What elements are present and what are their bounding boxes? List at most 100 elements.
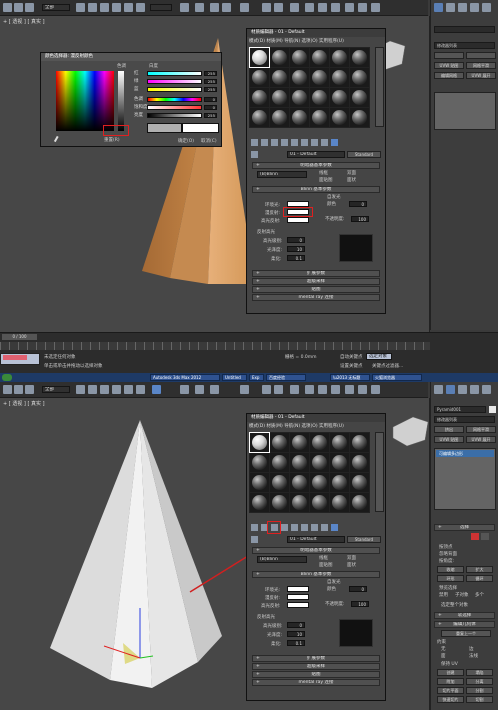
material-editor-icon[interactable] bbox=[331, 3, 340, 12]
taskbar-item[interactable]: 百度经验 bbox=[266, 374, 306, 381]
motion-tab-icon[interactable] bbox=[470, 385, 479, 394]
reset-button[interactable]: 重置(R) bbox=[104, 137, 120, 143]
green-slider[interactable] bbox=[147, 79, 202, 84]
modifier-stack[interactable] bbox=[434, 92, 496, 130]
self-illum-spinner[interactable]: 0 bbox=[349, 201, 367, 207]
track-bar[interactable] bbox=[0, 342, 430, 350]
constraint-face-radio[interactable]: 面 bbox=[441, 653, 446, 659]
key-mode-dropdown[interactable]: 选定对象 bbox=[366, 353, 392, 360]
sample-slot[interactable] bbox=[290, 433, 309, 452]
select-icon[interactable] bbox=[76, 3, 85, 12]
edit-geometry-rollout[interactable]: 编辑几何体 bbox=[434, 621, 495, 628]
align-icon[interactable] bbox=[274, 3, 283, 12]
maxscript-listener[interactable] bbox=[0, 353, 40, 365]
shader-basic-rollout[interactable]: 明暗器基本参数 bbox=[252, 162, 380, 169]
sample-slot[interactable] bbox=[290, 48, 309, 67]
snap-icon[interactable] bbox=[195, 3, 204, 12]
mirror-icon[interactable] bbox=[262, 3, 271, 12]
two-sided-checkbox[interactable]: 双面 bbox=[347, 555, 356, 561]
taskbar-item[interactable]: \u2013 无标题 bbox=[330, 374, 370, 381]
collapse-button[interactable]: 塌陷 bbox=[466, 669, 493, 676]
sample-slot[interactable] bbox=[350, 88, 369, 107]
green-value[interactable]: 255 bbox=[204, 79, 217, 84]
effects-channel-icon[interactable] bbox=[321, 139, 328, 146]
copy-material-icon[interactable] bbox=[291, 139, 298, 146]
sample-slot[interactable] bbox=[330, 88, 349, 107]
create-tab-icon[interactable] bbox=[434, 385, 443, 394]
sample-side-toolbar[interactable] bbox=[375, 432, 384, 512]
saturation-slider[interactable] bbox=[147, 105, 202, 110]
motion-tab-icon[interactable] bbox=[470, 3, 479, 12]
scale-icon[interactable] bbox=[136, 385, 145, 394]
blinn-basic-rollout[interactable]: Blinn 基本参数 bbox=[252, 186, 380, 193]
maps-rollout[interactable]: 贴图 bbox=[252, 286, 380, 293]
render-icon[interactable] bbox=[371, 3, 380, 12]
ok-button[interactable]: 确定(O) bbox=[178, 138, 194, 144]
show-in-viewport-icon[interactable] bbox=[331, 524, 338, 531]
blue-slider[interactable] bbox=[147, 87, 202, 92]
shader-type-dropdown[interactable]: (B)Blinn bbox=[257, 171, 307, 178]
constraint-edge-radio[interactable]: 边 bbox=[469, 646, 474, 652]
grow-button[interactable]: 扩大 bbox=[466, 566, 493, 573]
select-by-name-icon[interactable] bbox=[88, 385, 97, 394]
reset-material-icon[interactable] bbox=[281, 139, 288, 146]
soften-spinner[interactable]: 0.1 bbox=[287, 640, 305, 646]
sample-slot[interactable] bbox=[270, 48, 289, 67]
detach-button[interactable]: 分离 bbox=[466, 678, 493, 685]
wire-checkbox[interactable]: 线框 bbox=[319, 170, 328, 176]
display-tab-icon[interactable] bbox=[482, 3, 491, 12]
sample-slot[interactable] bbox=[350, 453, 369, 472]
sample-slot[interactable] bbox=[270, 453, 289, 472]
value-slider[interactable] bbox=[147, 113, 202, 118]
faceted-checkbox[interactable]: 面状 bbox=[347, 562, 356, 568]
rotate-icon[interactable] bbox=[124, 3, 133, 12]
sample-slots[interactable] bbox=[249, 47, 370, 128]
modifier-list-dropdown[interactable]: 修改器列表 bbox=[434, 42, 495, 49]
render-icon[interactable] bbox=[371, 385, 380, 394]
move-icon[interactable] bbox=[112, 3, 121, 12]
cancel-button[interactable]: 取消(C) bbox=[201, 138, 217, 144]
repeat-last-button[interactable]: 重复上一个 bbox=[441, 630, 491, 637]
unique-icon[interactable] bbox=[301, 524, 308, 531]
hierarchy-tab-icon[interactable] bbox=[458, 385, 467, 394]
hierarchy-tab-icon[interactable] bbox=[458, 3, 467, 12]
ignore-backfacing-checkbox[interactable]: 忽略背面 bbox=[439, 551, 457, 557]
sample-slot[interactable] bbox=[290, 453, 309, 472]
pivot-icon[interactable] bbox=[180, 3, 189, 12]
create-button[interactable]: 创建 bbox=[437, 669, 464, 676]
sample-slot[interactable] bbox=[270, 433, 289, 452]
modify-tab-icon[interactable] bbox=[446, 385, 455, 394]
render-setup-icon[interactable] bbox=[345, 385, 354, 394]
maps-rollout[interactable]: 贴图 bbox=[252, 671, 380, 678]
named-selection-icon[interactable] bbox=[240, 3, 249, 12]
scale-icon[interactable] bbox=[136, 3, 145, 12]
set-key-button[interactable]: 设置关键点 bbox=[340, 363, 363, 369]
sample-slot[interactable] bbox=[250, 473, 269, 492]
face-map-checkbox[interactable]: 面贴图 bbox=[319, 177, 333, 183]
library-icon[interactable] bbox=[311, 139, 318, 146]
supersampling-rollout[interactable]: 超级采样 bbox=[252, 278, 380, 285]
split-button[interactable]: 分割 bbox=[466, 687, 493, 694]
taskbar-item[interactable]: Exp bbox=[249, 374, 264, 381]
taskbar-item[interactable]: 火狐浏览器 bbox=[372, 374, 422, 381]
link-icon[interactable] bbox=[25, 3, 34, 12]
sample-slot[interactable] bbox=[310, 48, 329, 67]
select-by-name-icon[interactable] bbox=[88, 3, 97, 12]
link-icon[interactable] bbox=[25, 385, 34, 394]
stack-item-editable-poly[interactable]: 可编辑多边形 bbox=[436, 450, 494, 457]
supersampling-rollout[interactable]: 超级采样 bbox=[252, 663, 380, 670]
glossiness-spinner[interactable]: 10 bbox=[287, 246, 305, 252]
extended-params-rollout[interactable]: 扩展参数 bbox=[252, 270, 380, 277]
sample-slot[interactable] bbox=[310, 473, 329, 492]
effects-channel-icon[interactable] bbox=[321, 524, 328, 531]
sample-slot[interactable] bbox=[250, 453, 269, 472]
sample-slot[interactable] bbox=[310, 88, 329, 107]
self-illum-spinner[interactable]: 0 bbox=[349, 586, 367, 592]
angle-snap-icon[interactable] bbox=[195, 385, 204, 394]
modifier-stack[interactable]: 可编辑多边形 bbox=[434, 448, 496, 510]
red-value[interactable]: 255 bbox=[204, 71, 217, 76]
assign-material-icon[interactable] bbox=[271, 139, 278, 146]
sample-slot[interactable] bbox=[310, 433, 329, 452]
sample-slot[interactable] bbox=[250, 108, 269, 127]
render-frame-icon[interactable] bbox=[358, 3, 367, 12]
